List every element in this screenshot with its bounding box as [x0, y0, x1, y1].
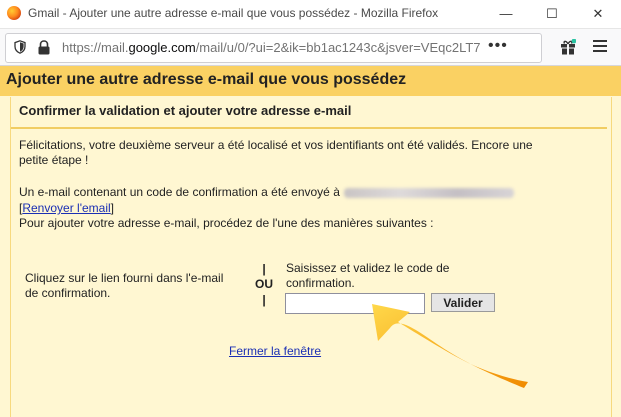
- window-titlebar: Gmail - Ajouter une autre adresse e-mail…: [0, 0, 621, 29]
- url-text[interactable]: https://mail.google.com/mail/u/0/?ui=2&i…: [62, 40, 482, 55]
- shield-icon[interactable]: [14, 40, 26, 54]
- page-actions-button[interactable]: •••: [488, 37, 508, 55]
- firefox-icon: [7, 6, 21, 20]
- annotation-arrow-icon: [372, 304, 528, 388]
- close-window-button[interactable]: ✕: [575, 0, 621, 28]
- lock-icon[interactable]: [37, 40, 51, 55]
- url-domain: google.com: [128, 40, 196, 55]
- maximize-button[interactable]: ☐: [529, 0, 575, 28]
- window-title: Gmail - Ajouter une autre adresse e-mail…: [28, 6, 439, 20]
- hamburger-menu-icon[interactable]: [592, 39, 608, 53]
- navigation-bar: https://mail.google.com/mail/u/0/?ui=2&i…: [0, 29, 621, 66]
- url-path: /mail/u/0/?ui=2&ik=bb1ac1243c&jsver=VEqc…: [195, 40, 481, 55]
- gift-icon[interactable]: [560, 39, 576, 55]
- minimize-button[interactable]: —: [483, 0, 529, 28]
- url-prefix: https://mail.: [62, 40, 129, 55]
- add-email-dialog: Ajouter une autre adresse e-mail que vou…: [0, 66, 621, 417]
- url-bar[interactable]: https://mail.google.com/mail/u/0/?ui=2&i…: [5, 33, 542, 63]
